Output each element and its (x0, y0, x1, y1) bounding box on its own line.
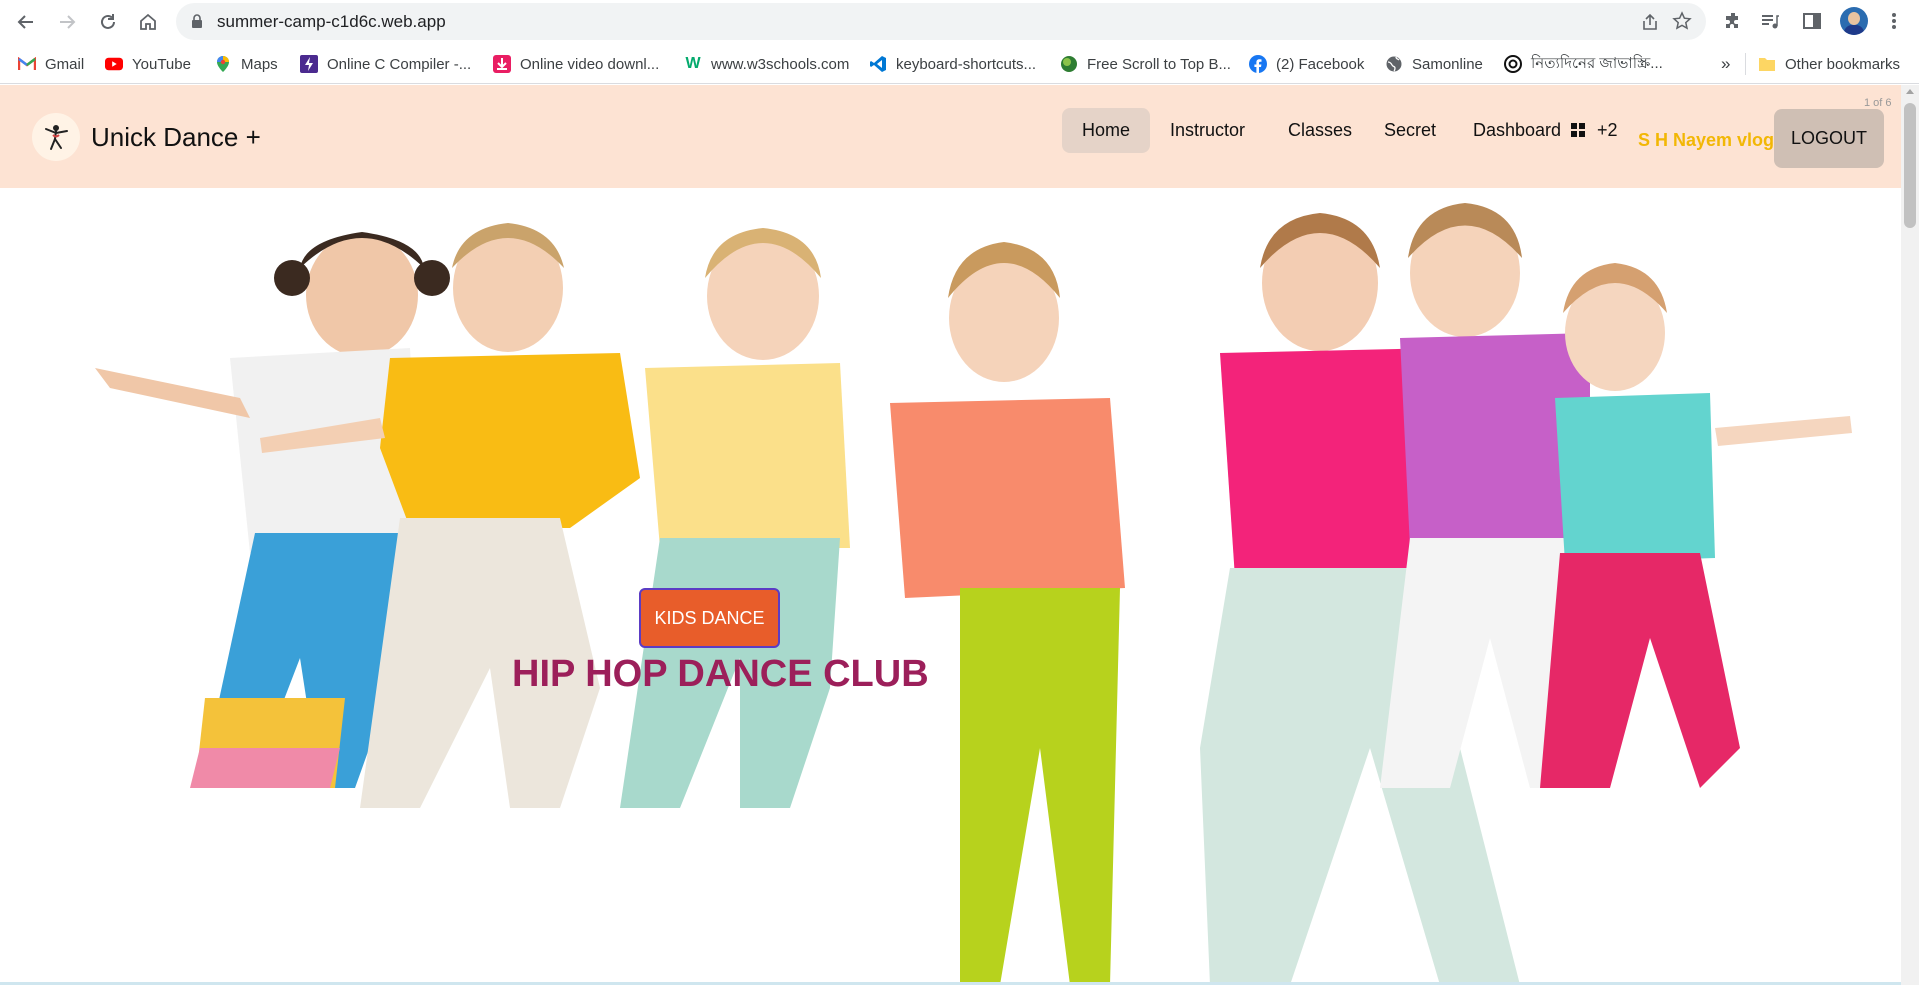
bookmark-samonline[interactable]: Samonline (1385, 54, 1483, 74)
bookmark-label: Free Scroll to Top B... (1087, 55, 1231, 73)
bookmark-star-icon[interactable] (1672, 11, 1692, 31)
bookmarks-bar: Gmail YouTube Maps Online C Compiler -..… (0, 44, 1919, 84)
logout-button[interactable]: LOGOUT (1774, 109, 1884, 168)
back-arrow-icon (17, 15, 33, 29)
slide-counter: 1 of 6 (1864, 97, 1892, 109)
bookmark-w3schools[interactable]: W www.w3schools.com (684, 54, 849, 74)
kid-figure (620, 228, 850, 808)
bookmark-javascript-daily[interactable]: নিত্যদিনের জাভাস্ক্রি... (1504, 54, 1663, 74)
hero-title: HIP HOP DANCE CLUB (512, 653, 929, 695)
url-text[interactable]: summer-camp-c1d6c.web.app (217, 12, 446, 32)
bookmark-other-bookmarks[interactable]: Other bookmarks (1758, 54, 1900, 74)
bookmark-maps[interactable]: Maps (214, 54, 278, 74)
threads-icon (1504, 55, 1522, 73)
compiler-icon (300, 55, 318, 73)
nav-home[interactable]: Home (1062, 108, 1150, 153)
bookmark-label: Gmail (45, 55, 85, 73)
avatar-shirt (1844, 25, 1864, 35)
folder-icon (1758, 55, 1776, 73)
dashboard-count-badge: +2 (1597, 120, 1618, 140)
bookmark-free-scroll[interactable]: Free Scroll to Top B... (1060, 54, 1231, 74)
youtube-icon (105, 55, 123, 73)
forward-arrow-icon (60, 15, 76, 29)
bookmark-online-video-download[interactable]: Online video downl... (493, 54, 659, 74)
bookmarks-overflow-button[interactable]: » (1721, 54, 1730, 74)
nav-dashboard[interactable]: Dashboard (1457, 108, 1577, 153)
kids-dance-button[interactable]: KIDS DANCE (639, 588, 780, 648)
browser-toolbar: summer-camp-c1d6c.web.app (0, 0, 1919, 44)
home-icon (140, 13, 156, 30)
vscode-icon (869, 55, 887, 73)
avatar-face (1848, 12, 1860, 25)
page-scrollbar[interactable] (1901, 85, 1919, 985)
kid-figure (890, 242, 1125, 985)
facebook-icon (1249, 55, 1267, 73)
reload-button[interactable] (94, 8, 122, 36)
globe-icon (1385, 55, 1403, 73)
scroll-icon (1060, 55, 1078, 73)
bookmark-label: www.w3schools.com (711, 55, 850, 73)
bookmark-label: (2) Facebook (1276, 55, 1365, 73)
bookmark-label: YouTube (132, 55, 191, 73)
bookmarks-divider (1745, 53, 1746, 75)
gmail-icon (18, 55, 36, 73)
bookmark-facebook[interactable]: (2) Facebook (1249, 54, 1364, 74)
bookmark-youtube[interactable]: YouTube (105, 54, 191, 74)
hero-banner: KIDS DANCE HIP HOP DANCE CLUB (0, 188, 1901, 985)
bookmark-gmail[interactable]: Gmail (18, 54, 84, 74)
media-control-icon[interactable] (1759, 10, 1781, 32)
bookmark-label: Samonline (1412, 55, 1483, 73)
profile-avatar[interactable] (1840, 7, 1868, 35)
home-button[interactable] (134, 8, 162, 36)
reload-icon (101, 14, 115, 29)
address-bar[interactable]: summer-camp-c1d6c.web.app (176, 3, 1706, 40)
bookmark-keyboard-shortcuts[interactable]: keyboard-shortcuts... (869, 54, 1036, 74)
bookmark-label: নিত্যদিনের জাভাস্ক্রি... (1531, 54, 1663, 72)
more-menu-icon[interactable] (1883, 10, 1905, 32)
maps-icon (214, 55, 232, 73)
nav-secret[interactable]: Secret (1368, 108, 1452, 153)
dashboard-grid-icon (1571, 123, 1585, 137)
bookmark-label: Online C Compiler -... (327, 55, 472, 73)
back-button[interactable] (12, 8, 40, 36)
kid-figure (1540, 263, 1852, 788)
extensions-icon[interactable] (1722, 10, 1744, 32)
w3schools-icon: W (685, 55, 701, 72)
user-display-name: S H Nayem vlogs (1638, 130, 1785, 150)
forward-button[interactable] (53, 8, 81, 36)
brand-name[interactable]: Unick Dance + (91, 122, 261, 153)
bookmark-label: Other bookmarks (1785, 55, 1901, 73)
site-navbar: Unick Dance + Home Instructor Classes Se… (0, 85, 1901, 188)
side-panel-icon[interactable] (1801, 10, 1823, 32)
nav-instructor[interactable]: Instructor (1154, 108, 1261, 153)
download-icon (493, 55, 511, 73)
bookmark-online-c-compiler[interactable]: Online C Compiler -... (300, 54, 471, 74)
bookmark-label: Online video downl... (520, 55, 660, 73)
overflow-chevron-icon: » (1721, 54, 1731, 73)
share-icon[interactable] (1640, 12, 1660, 32)
bookmark-label: Maps (241, 55, 278, 73)
dance-logo[interactable] (32, 113, 80, 161)
lock-icon (192, 14, 202, 28)
scrollbar-thumb[interactable] (1904, 103, 1916, 228)
dancer-icon (45, 125, 68, 150)
kids-dancing-photo (95, 203, 1852, 985)
scroll-up-icon[interactable] (1906, 89, 1914, 94)
nav-classes[interactable]: Classes (1272, 108, 1368, 153)
bookmark-label: keyboard-shortcuts... (896, 55, 1037, 73)
